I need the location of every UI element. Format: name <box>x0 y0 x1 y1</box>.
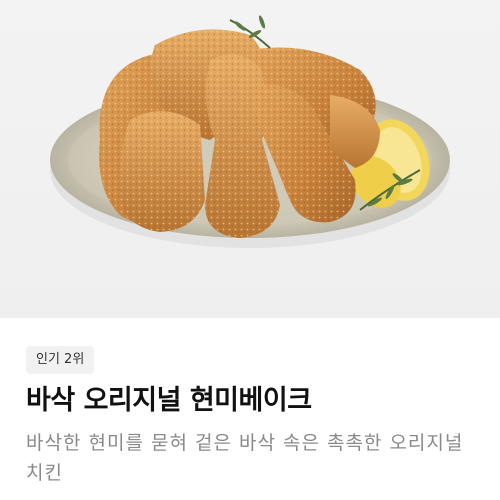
product-description: 바삭한 현미를 묻혀 겉은 바삭 속은 촉촉한 오리지널 치킨 <box>26 432 464 484</box>
product-info: 인기 2위 바삭 오리지널 현미베이크 바삭한 현미를 묻혀 겉은 바삭 속은 … <box>0 318 500 500</box>
product-image <box>0 0 500 318</box>
ranking-badge: 인기 2위 <box>26 346 95 374</box>
fried-chicken-icon <box>50 15 450 248</box>
product-title: 바삭 오리지널 현미베이크 <box>26 385 312 416</box>
